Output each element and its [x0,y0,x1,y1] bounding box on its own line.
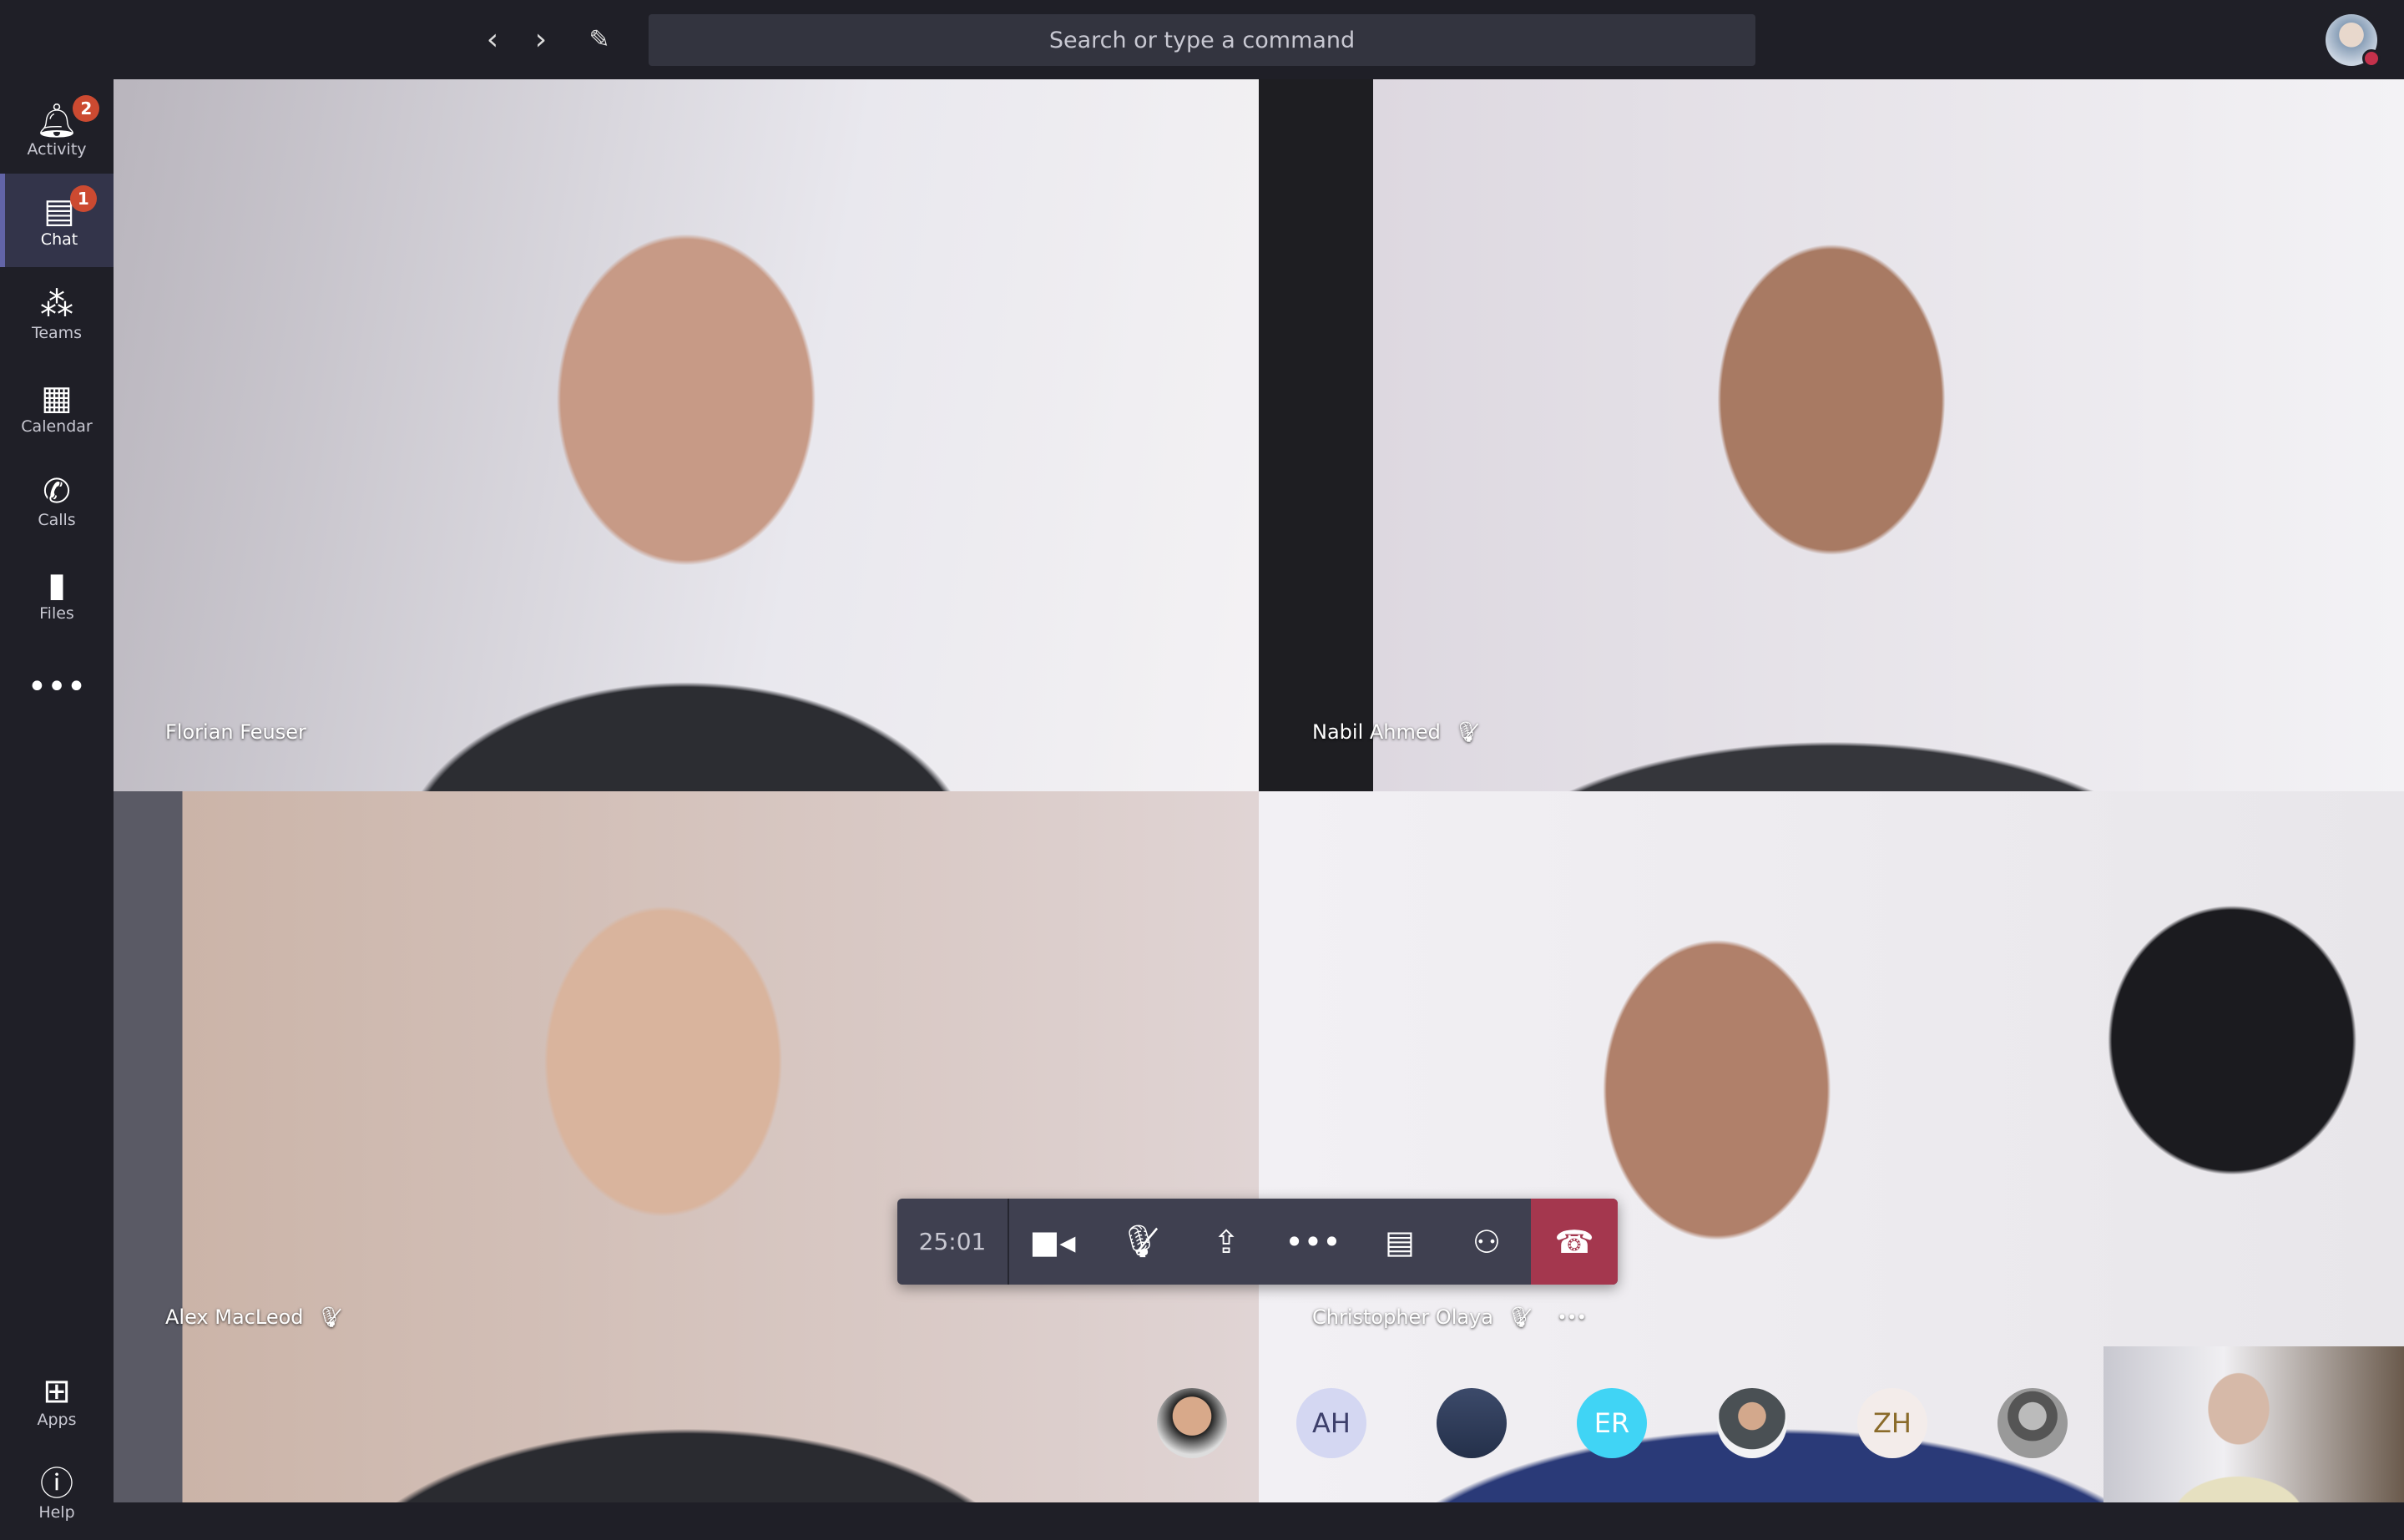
phone-icon: ✆ [43,472,71,511]
mic-muted-icon[interactable]: 🎙︎̸ [1096,1199,1183,1285]
avatar-initials: ZH [1873,1407,1912,1439]
help-icon: ⓘ [40,1465,73,1503]
sidebar: 🔔︎ 2 Activity ▤ 1 Chat ⁂ Teams ▦ Calendar ✆ Cal… [0,79,114,1522]
bell-icon: 🔔︎ 2 [36,95,100,140]
search-input[interactable]: Search or type a command [649,14,1755,66]
chat-icon: ▤ 1 [43,185,97,230]
avatar[interactable] [1437,1388,1507,1458]
video-tile-florian[interactable]: Florian Feuser [114,79,1259,791]
more-icon: ••• [27,668,87,706]
more-apps-button[interactable]: ••• [0,640,114,734]
back-icon[interactable]: ‹ [476,23,509,57]
avatar[interactable] [2326,14,2381,68]
sidebar-item-chat[interactable]: ▤ 1 Chat [0,174,114,267]
video-icon[interactable]: ■◂ [1009,1199,1096,1285]
sidebar-item-calendar[interactable]: ▦ Calendar [0,361,114,454]
avatar[interactable] [1997,1388,2068,1458]
hang-up-button[interactable]: ☎︎ [1531,1199,1618,1285]
avatar[interactable] [1717,1388,1787,1458]
participant-label: Nabil Ahmed 🎙︎̸ [1312,720,1479,744]
participant-label: Florian Feuser [165,720,306,744]
sidebar-item-label: Calendar [21,417,93,436]
mic-muted-icon: 🎙︎̸ [316,1305,342,1329]
mic-muted-icon: 🎙︎̸ [1506,1305,1533,1329]
compose-icon[interactable]: ✎ [583,23,616,57]
more-options-button[interactable]: ••• [1557,1307,1586,1327]
sidebar-item-label: Chat [40,230,78,249]
avatar-initials: AH [1312,1407,1351,1439]
sidebar-item-help[interactable]: ⓘ Help [0,1447,114,1540]
call-controls: 25:01 ■◂ 🎙︎̸ ⇪ ••• ▤ ⚇ ☎︎ [897,1199,1618,1285]
teams-icon: ⁂ [40,285,73,324]
calendar-icon: ▦ [41,379,73,417]
apps-icon: ⊞ [43,1372,71,1411]
avatar[interactable] [1157,1388,1227,1458]
sidebar-item-files[interactable]: ▮ Files [0,548,114,641]
participants-icon[interactable]: ⚇ [1443,1199,1530,1285]
sidebar-item-apps[interactable]: ⊞ Apps [0,1354,114,1447]
video-tile-alex[interactable]: Alex MacLeod 🎙︎̸ [114,791,1259,1502]
sidebar-item-teams[interactable]: ⁂ Teams [0,267,114,361]
self-preview[interactable] [2104,1346,2404,1502]
hang-up-icon: ☎︎ [1554,1223,1594,1260]
chat-icon[interactable]: ▤ [1356,1199,1443,1285]
share-screen-icon[interactable]: ⇪ [1183,1199,1270,1285]
sidebar-item-label: Files [39,604,74,623]
sidebar-item-label: Teams [31,324,83,342]
participant-name: Alex MacLeod [165,1305,304,1329]
sidebar-item-label: Help [38,1503,75,1522]
avatar[interactable]: ER [1577,1388,1647,1458]
status-badge [2362,49,2381,68]
avatar[interactable]: AH [1296,1388,1366,1458]
sidebar-item-activity[interactable]: 🔔︎ 2 Activity [0,83,114,177]
participant-name: Christopher Olaya [1312,1305,1493,1329]
video-tile-nabil[interactable]: Nabil Ahmed 🎙︎̸ [1259,79,2404,791]
sidebar-item-label: Activity [27,140,87,159]
participant-label: Alex MacLeod 🎙︎̸ [165,1305,342,1329]
more-icon[interactable]: ••• [1270,1199,1356,1285]
participant-label: Christopher Olaya 🎙︎̸ ••• [1312,1305,1587,1329]
call-timer: 25:01 [897,1199,1009,1285]
file-icon: ▮ [47,566,66,604]
sidebar-item-label: Apps [37,1411,77,1429]
search-placeholder: Search or type a command [1048,27,1356,53]
forward-icon[interactable]: › [524,23,558,57]
chat-badge: 1 [69,185,97,212]
top-bar: ‹ › ✎ Search or type a command [0,0,2404,79]
mic-muted-icon: 🎙︎̸ [1453,720,1480,744]
participant-name: Florian Feuser [165,720,306,744]
sidebar-item-calls[interactable]: ✆ Calls [0,454,114,548]
participant-name: Nabil Ahmed [1312,720,1441,744]
avatar-initials: ER [1593,1407,1630,1439]
activity-badge: 2 [73,95,100,122]
avatar[interactable]: ZH [1857,1388,1927,1458]
sidebar-item-label: Calls [38,511,76,529]
